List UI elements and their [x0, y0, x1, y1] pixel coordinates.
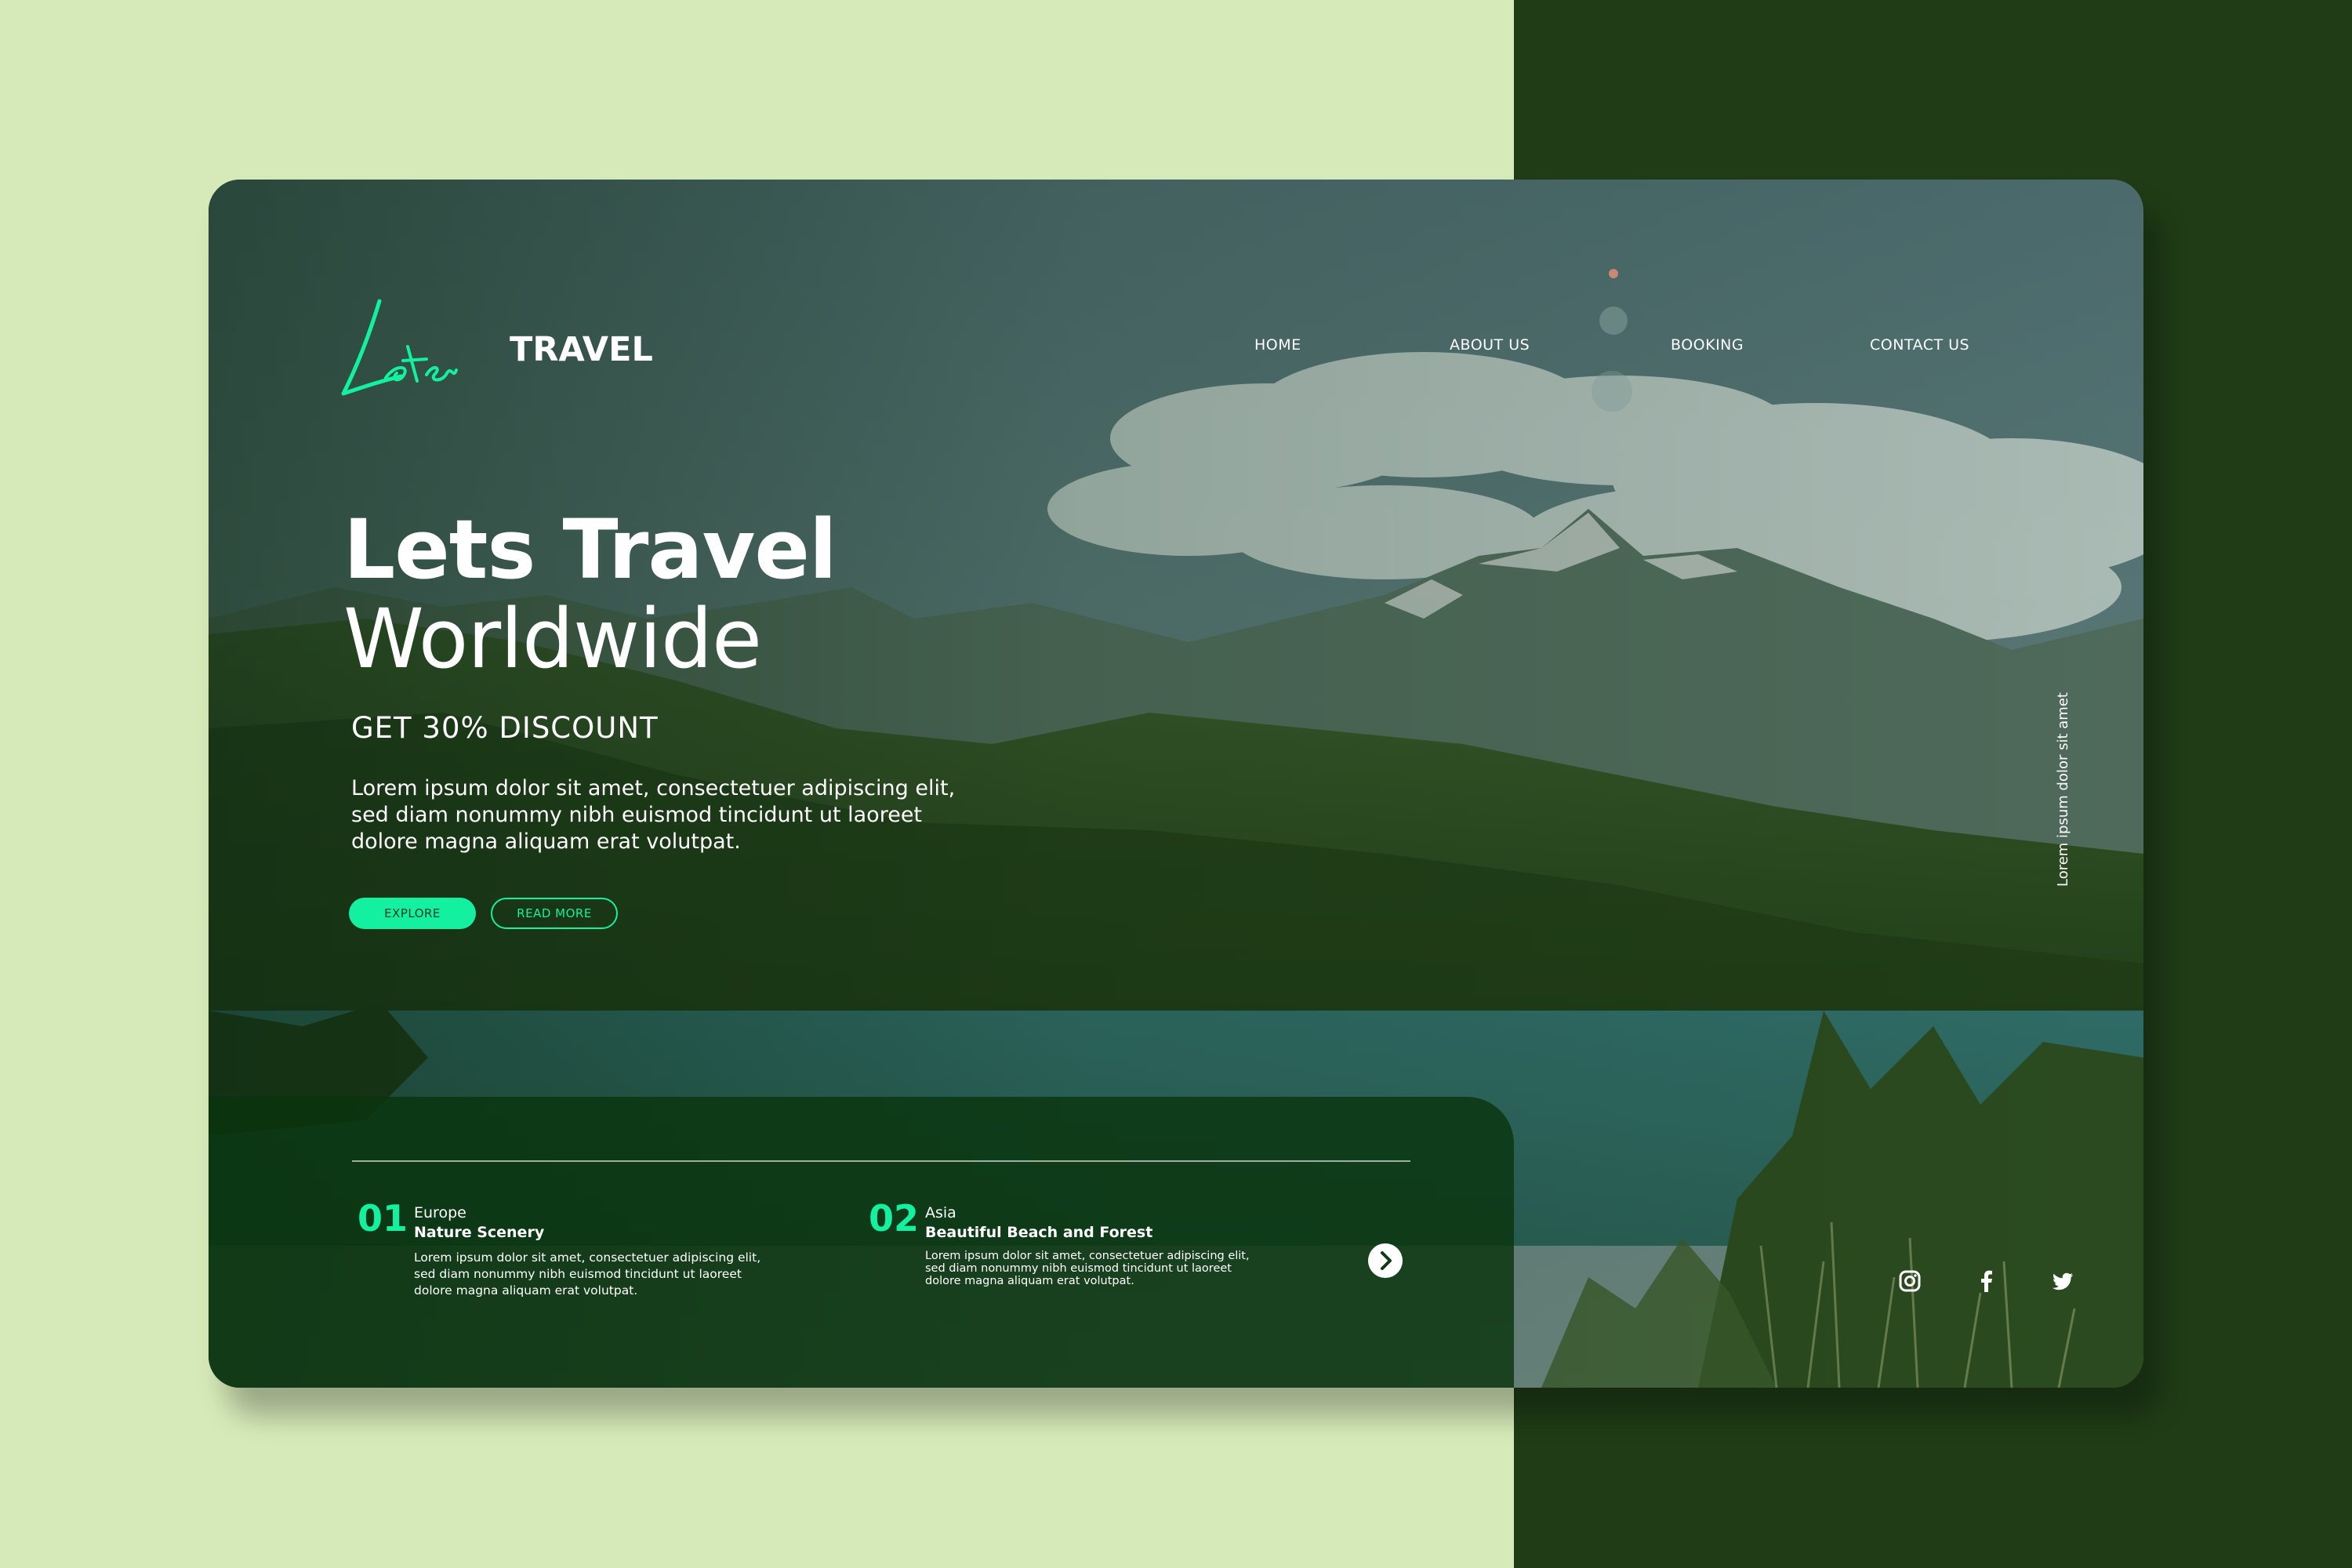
hero-description-line: sed diam nonummy nibh euismod tincidunt …: [351, 803, 923, 827]
feature-description: Lorem ipsum dolor sit amet, consectetuer…: [414, 1250, 822, 1299]
feature-description-line: dolore magna aliquam erat volutpat.: [414, 1283, 638, 1298]
hero-subtitle: Worldwide: [343, 591, 762, 687]
vertical-side-text: Lorem ipsum dolor sit amet: [2055, 692, 2071, 887]
nav-about-us[interactable]: ABOUT US: [1450, 336, 1530, 354]
featured-destinations-panel: [209, 1097, 1514, 1388]
discount-text: GET 30% DISCOUNT: [351, 711, 659, 745]
feature-description: Lorem ipsum dolor sit amet, consectetuer…: [925, 1250, 1333, 1287]
feature-title[interactable]: Nature Scenery: [414, 1224, 544, 1241]
instagram-icon[interactable]: [1898, 1269, 1922, 1293]
chevron-right-icon: [1381, 1251, 1392, 1270]
feature-region: Asia: [925, 1204, 956, 1221]
hero-description-line: dolore magna aliquam erat volutpat.: [351, 829, 741, 854]
next-arrow-button[interactable]: [1368, 1243, 1403, 1278]
hero-title: Lets Travel: [343, 502, 837, 597]
read-more-button[interactable]: READ MORE: [491, 898, 618, 929]
feature-number: 01: [358, 1197, 408, 1240]
facebook-icon[interactable]: [1975, 1269, 1998, 1293]
feature-region: Europe: [414, 1204, 466, 1221]
hero-description: Lorem ipsum dolor sit amet, consectetuer…: [351, 775, 994, 855]
nav-booking[interactable]: BOOKING: [1671, 336, 1744, 354]
feature-title[interactable]: Beautiful Beach and Forest: [925, 1224, 1152, 1241]
feature-description-line: dolore magna aliquam erat volutpat.: [925, 1275, 1134, 1287]
feature-description-line: sed diam nonummy nibh euismod tincidunt …: [414, 1267, 742, 1281]
main-nav: HOME ABOUT US BOOKING CONTACT US: [209, 336, 2143, 368]
twitter-icon[interactable]: [2051, 1269, 2074, 1293]
feature-description-line: Lorem ipsum dolor sit amet, consectetuer…: [414, 1250, 761, 1265]
hero-description-line: Lorem ipsum dolor sit amet, consectetuer…: [351, 776, 956, 800]
nav-contact-us[interactable]: CONTACT US: [1870, 336, 1969, 354]
explore-button[interactable]: EXPLORE: [349, 898, 476, 929]
landing-page-card: TRAVEL HOME ABOUT US BOOKING CONTACT US …: [209, 180, 2143, 1388]
feature-number: 02: [869, 1197, 920, 1240]
panel-divider: [352, 1160, 1410, 1162]
nav-home[interactable]: HOME: [1254, 336, 1301, 354]
feature-description-line: sed diam nonummy nibh euismod tincidunt …: [925, 1262, 1232, 1275]
feature-description-line: Lorem ipsum dolor sit amet, consectetuer…: [925, 1250, 1250, 1262]
